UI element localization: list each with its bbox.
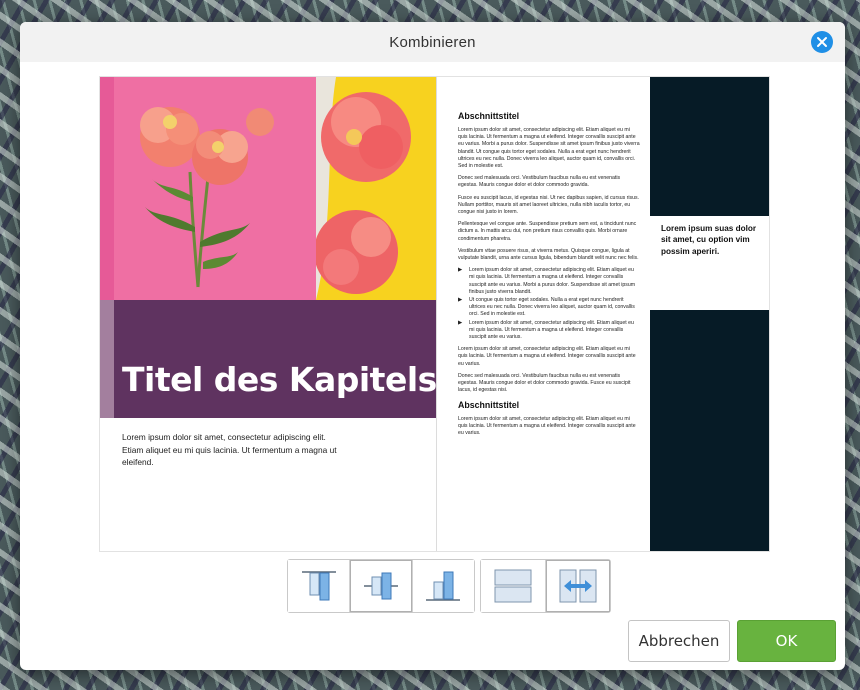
right-page-text-column: Abschnittstitel Lorem ipsum dolor sit am… <box>458 111 640 442</box>
combine-dialog: Kombinieren Titel des Kapitels Lorem ips… <box>20 22 845 670</box>
list-item: ▶ Lorem ipsum dolor sit amet, consectetur… <box>458 319 634 341</box>
sidebar-dark-block-top <box>650 77 769 216</box>
dialog-titlebar: Kombinieren <box>20 22 845 62</box>
list-item: ▶ Ut congue quis tortor eget sodales. Nul… <box>458 297 635 318</box>
layout-group <box>480 559 611 613</box>
chapter-title-band: Titel des Kapitels <box>100 300 437 418</box>
body-paragraph: Lorem ipsum dolor sit amet, consectetur … <box>458 127 640 170</box>
body-paragraph: Lorem ipsum dolor sit amet, consectetur … <box>458 346 636 367</box>
flower-photo-left <box>100 77 316 300</box>
body-paragraph: Fusce eu suscipit lacus, id egestas nisi… <box>458 194 640 216</box>
body-paragraph: Donec sed malesuada orci. Vestibulum fau… <box>458 175 621 189</box>
list-item: ▶ Lorem ipsum dolor sit amet, consectetur… <box>458 267 636 295</box>
align-top-icon <box>301 571 336 601</box>
fit-width-icon <box>559 569 597 603</box>
ok-button[interactable]: OK <box>737 620 836 662</box>
chapter-title: Titel des Kapitels <box>122 360 437 399</box>
align-top-button[interactable] <box>288 560 351 612</box>
close-icon <box>817 37 827 47</box>
flower-photo-right <box>316 77 436 300</box>
body-paragraph: Vestibulum vitae posuere risus, at viver… <box>458 247 639 262</box>
sidebar-dark-block-bottom <box>650 310 769 551</box>
body-paragraph: Donec sed malesuada orci. Vestibulum fau… <box>458 372 631 394</box>
bullet-arrow-icon: ▶ <box>458 297 463 304</box>
page-preview: Titel des Kapitels Lorem ipsum dolor sit… <box>100 77 769 551</box>
align-bottom-button[interactable] <box>412 560 474 612</box>
dialog-title: Kombinieren <box>389 33 476 51</box>
vertical-align-group <box>287 559 475 613</box>
page-gutter <box>436 77 437 551</box>
stack-vertical-button[interactable] <box>481 560 546 612</box>
intro-paragraph: Lorem ipsum dolor sit amet, consectetur … <box>122 432 337 467</box>
bullet-list: ▶ Lorem ipsum dolor sit amet, consectetur… <box>458 267 640 341</box>
section-heading: Abschnittstitel <box>458 111 520 121</box>
fit-width-button[interactable] <box>546 560 610 612</box>
pull-quote: Lorem ipsum suas dolor sit amet, cu opti… <box>661 224 757 256</box>
stack-vertical-icon <box>494 569 532 603</box>
close-button[interactable] <box>811 31 833 53</box>
align-middle-icon <box>363 572 398 600</box>
body-paragraph: Pellentesque vel congue ante. Suspendiss… <box>458 221 637 242</box>
align-middle-button[interactable] <box>350 560 413 612</box>
bullet-arrow-icon: ▶ <box>458 267 463 274</box>
align-bottom-icon <box>426 571 461 601</box>
section-heading: Abschnittstitel <box>458 399 520 410</box>
cancel-button[interactable]: Abbrechen <box>628 620 730 662</box>
bullet-arrow-icon: ▶ <box>458 319 463 326</box>
body-paragraph: Lorem ipsum dolor sit amet, consectetur … <box>458 415 636 436</box>
